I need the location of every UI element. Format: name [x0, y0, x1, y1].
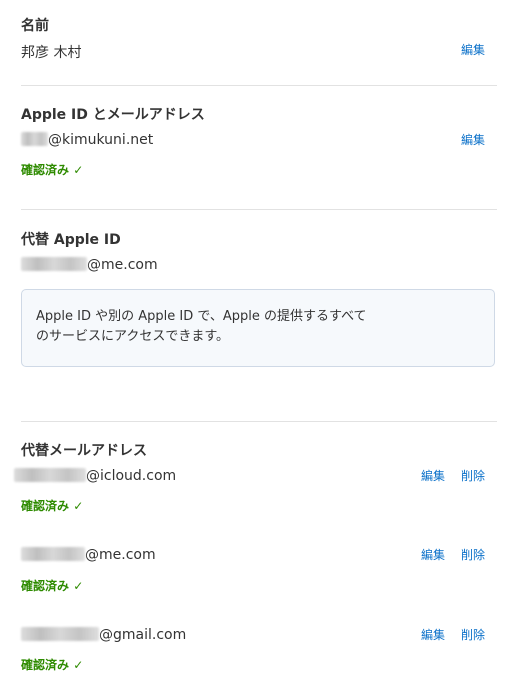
- apple-id-verified-badge: 確認済み ✓: [21, 161, 83, 178]
- alt-apple-id-email: @me.com: [21, 257, 158, 273]
- alt-email-edit-link[interactable]: 編集: [421, 626, 445, 643]
- checkmark-icon: ✓: [73, 163, 84, 177]
- alt-email-suffix: @icloud.com: [86, 468, 177, 484]
- alt-email-suffix: @me.com: [85, 547, 156, 563]
- divider: [21, 209, 497, 210]
- checkmark-icon: ✓: [73, 658, 84, 672]
- info-text-line1: Apple ID や別の Apple ID で、Apple の提供するすべて: [36, 309, 367, 324]
- alt-email-edit-link[interactable]: 編集: [421, 467, 445, 484]
- divider: [21, 85, 497, 86]
- verified-label: 確認済み: [21, 579, 70, 593]
- apple-id-heading: Apple ID とメールアドレス: [21, 107, 205, 123]
- alt-email-edit-link[interactable]: 編集: [421, 546, 445, 563]
- name-heading: 名前: [21, 18, 49, 34]
- alt-email-heading: 代替メールアドレス: [21, 443, 147, 459]
- alt-email-delete-link[interactable]: 削除: [461, 546, 485, 563]
- alt-email-verified-badge: 確認済み ✓: [21, 577, 83, 594]
- redacted-blur: [21, 132, 48, 146]
- redacted-blur: [14, 468, 86, 482]
- alt-email-delete-link[interactable]: 削除: [461, 626, 485, 643]
- alt-email-row: @icloud.com: [14, 468, 176, 484]
- alt-email-delete-link[interactable]: 削除: [461, 467, 485, 484]
- alt-apple-id-info-box: Apple ID や別の Apple ID で、Apple の提供するすべて の…: [21, 289, 495, 367]
- apple-id-edit-link[interactable]: 編集: [461, 131, 485, 148]
- name-edit-link[interactable]: 編集: [461, 41, 485, 58]
- apple-id-email: @kimukuni.net: [21, 132, 153, 148]
- redacted-blur: [21, 257, 87, 271]
- alt-email-row: @gmail.com: [21, 627, 186, 643]
- alt-apple-id-email-suffix: @me.com: [87, 257, 158, 273]
- alt-email-verified-badge: 確認済み ✓: [21, 656, 83, 673]
- verified-label: 確認済み: [21, 658, 70, 672]
- redacted-blur: [21, 627, 99, 641]
- checkmark-icon: ✓: [73, 499, 84, 513]
- alt-email-verified-badge: 確認済み ✓: [21, 497, 83, 514]
- info-text-line2: のサービスにアクセスできます。: [36, 329, 230, 344]
- redacted-blur: [21, 547, 85, 561]
- apple-id-email-suffix: @kimukuni.net: [48, 132, 154, 148]
- alt-apple-id-heading: 代替 Apple ID: [21, 232, 121, 248]
- alt-email-suffix: @gmail.com: [99, 627, 187, 643]
- name-value: 邦彦 木村: [21, 45, 82, 61]
- verified-label: 確認済み: [21, 499, 70, 513]
- checkmark-icon: ✓: [73, 579, 84, 593]
- divider: [21, 421, 497, 422]
- alt-email-row: @me.com: [21, 547, 156, 563]
- verified-label: 確認済み: [21, 163, 70, 177]
